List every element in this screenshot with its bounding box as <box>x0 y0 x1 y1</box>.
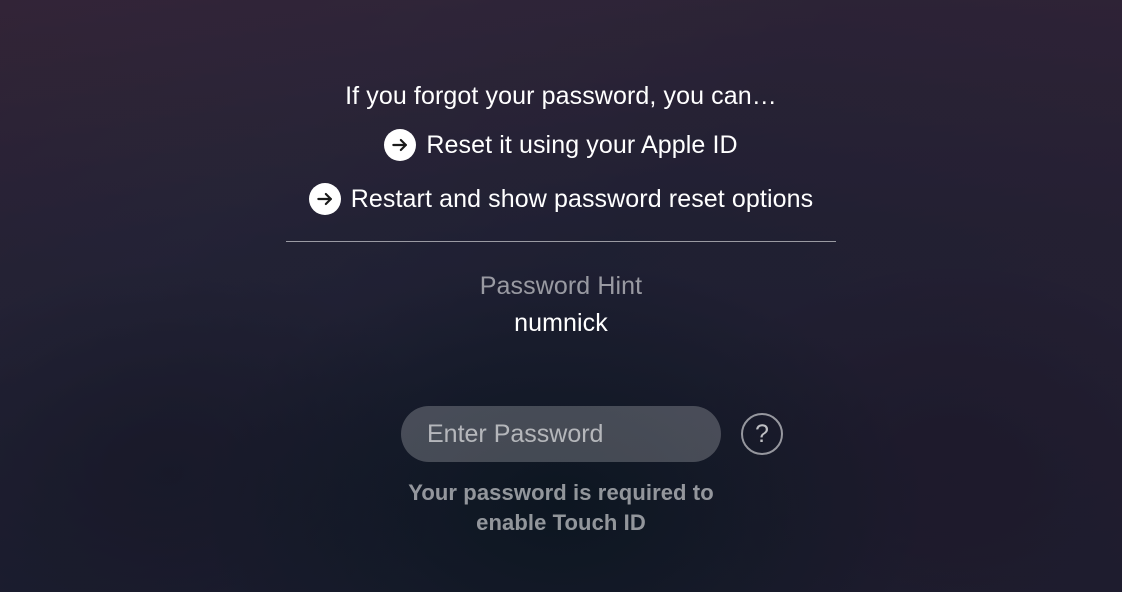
reset-apple-id-label: Reset it using your Apple ID <box>426 131 737 160</box>
arrow-right-icon <box>384 129 416 161</box>
touch-id-required-message: Your password is required to enable Touc… <box>408 478 714 537</box>
password-hint-button[interactable]: ? <box>741 413 783 455</box>
password-input-row: ? <box>401 406 721 462</box>
password-hint-value: numnick <box>514 309 608 338</box>
required-line-2: enable Touch ID <box>476 510 646 535</box>
required-line-1: Your password is required to <box>408 480 714 505</box>
restart-reset-label: Restart and show password reset options <box>351 185 813 214</box>
divider <box>286 241 836 242</box>
arrow-right-icon <box>309 183 341 215</box>
password-hint-label: Password Hint <box>480 272 642 301</box>
password-input[interactable] <box>401 406 721 462</box>
restart-reset-option[interactable]: Restart and show password reset options <box>309 183 813 215</box>
recovery-options: Reset it using your Apple ID Restart and… <box>309 129 813 215</box>
forgot-password-heading: If you forgot your password, you can… <box>345 82 777 111</box>
question-mark-icon: ? <box>755 422 769 447</box>
reset-apple-id-option[interactable]: Reset it using your Apple ID <box>384 129 737 161</box>
